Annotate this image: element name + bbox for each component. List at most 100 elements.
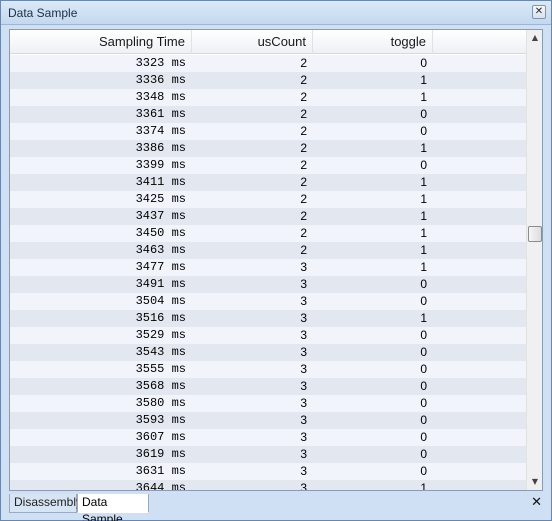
sampling-time-cell: 3348 ms [135,90,186,104]
table-header: Sampling Time usCount toggle [10,30,526,54]
toggle-cell: 0 [420,124,427,138]
scroll-down-icon[interactable]: ▼ [527,474,543,490]
uscount-cell: 2 [300,124,307,138]
table-row[interactable]: 3555 ms 3 0 [10,361,526,378]
toggle-cell: 0 [420,464,427,478]
sampling-time-cell: 3437 ms [135,209,186,223]
sampling-time-cell: 3491 ms [135,277,186,291]
table-row[interactable]: 3580 ms 3 0 [10,395,526,412]
sampling-time-cell: 3386 ms [135,141,186,155]
table-row[interactable]: 3336 ms 2 1 [10,72,526,89]
uscount-cell: 3 [300,277,307,291]
toggle-cell: 1 [420,260,427,274]
table-row[interactable]: 3411 ms 2 1 [10,174,526,191]
toggle-cell: 0 [420,158,427,172]
uscount-cell: 3 [300,447,307,461]
toggle-cell: 1 [420,226,427,240]
uscount-cell: 3 [300,464,307,478]
sampling-time-cell: 3607 ms [135,430,186,444]
table-row[interactable]: 3593 ms 3 0 [10,412,526,429]
table-row[interactable]: 3348 ms 2 1 [10,89,526,106]
data-table: Sampling Time usCount toggle 3323 ms 2 0 33… [10,30,526,490]
toggle-cell: 0 [420,345,427,359]
table-row[interactable]: 3374 ms 2 0 [10,123,526,140]
toggle-cell: 0 [420,430,427,444]
toggle-cell: 0 [420,447,427,461]
window-close-icon[interactable]: ✕ [532,5,546,19]
table-row[interactable]: 3386 ms 2 1 [10,140,526,157]
toggle-cell: 1 [420,311,427,325]
tab-close-icon[interactable]: ✕ [531,495,542,510]
table-row[interactable]: 3425 ms 2 1 [10,191,526,208]
sampling-time-cell: 3425 ms [135,192,186,206]
toggle-cell: 1 [420,90,427,104]
uscount-cell: 3 [300,328,307,342]
tab-data-sample[interactable]: Data Sample [77,494,149,521]
scroll-up-icon[interactable]: ▲ [527,30,543,46]
table-row[interactable]: 3450 ms 2 1 [10,225,526,242]
table-row[interactable]: 3631 ms 3 0 [10,463,526,480]
column-header-sampling-time[interactable]: Sampling Time [10,30,192,54]
table-row[interactable]: 3529 ms 3 0 [10,327,526,344]
toggle-cell: 1 [420,243,427,257]
uscount-cell: 3 [300,311,307,325]
window-titlebar[interactable]: Data Sample ✕ [1,1,551,25]
uscount-cell: 3 [300,430,307,444]
table-row[interactable]: 3516 ms 3 1 [10,310,526,327]
table-row[interactable]: 3644 ms 3 1 [10,480,526,490]
toggle-cell: 1 [420,209,427,223]
sampling-time-cell: 3411 ms [135,175,186,189]
vertical-scrollbar[interactable]: ▲ ▼ [526,30,542,490]
toggle-cell: 0 [420,277,427,291]
uscount-cell: 3 [300,413,307,427]
table-row[interactable]: 3477 ms 3 1 [10,259,526,276]
table-row[interactable]: 3399 ms 2 0 [10,157,526,174]
toggle-cell: 1 [420,175,427,189]
window-title: Data Sample [8,6,78,20]
uscount-cell: 3 [300,294,307,308]
toggle-cell: 0 [420,107,427,121]
uscount-cell: 3 [300,379,307,393]
sampling-time-cell: 3555 ms [135,362,186,376]
table-row[interactable]: 3568 ms 3 0 [10,378,526,395]
table-row[interactable]: 3504 ms 3 0 [10,293,526,310]
toggle-cell: 0 [420,413,427,427]
uscount-cell: 2 [300,209,307,223]
uscount-cell: 2 [300,192,307,206]
tab-disassembly[interactable]: Disassembly [9,494,82,513]
uscount-cell: 2 [300,90,307,104]
uscount-cell: 2 [300,226,307,240]
toggle-cell: 0 [420,56,427,70]
uscount-cell: 3 [300,345,307,359]
table-row[interactable]: 3437 ms 2 1 [10,208,526,225]
uscount-cell: 2 [300,107,307,121]
scroll-thumb[interactable] [528,226,542,242]
toggle-cell: 1 [420,192,427,206]
tab-bar: Disassembly Data Sample ✕ [1,493,551,521]
table-row[interactable]: 3491 ms 3 0 [10,276,526,293]
data-sample-panel: Sampling Time usCount toggle 3323 ms 2 0 33… [9,29,543,491]
sampling-time-cell: 3504 ms [135,294,186,308]
sampling-time-cell: 3631 ms [135,464,186,478]
uscount-cell: 2 [300,73,307,87]
sampling-time-cell: 3361 ms [135,107,186,121]
toggle-cell: 1 [420,141,427,155]
uscount-cell: 3 [300,362,307,376]
table-row[interactable]: 3323 ms 2 0 [10,55,526,72]
table-row[interactable]: 3543 ms 3 0 [10,344,526,361]
toggle-cell: 0 [420,294,427,308]
uscount-cell: 2 [300,158,307,172]
table-row[interactable]: 3463 ms 2 1 [10,242,526,259]
column-header-toggle[interactable]: toggle [313,30,433,54]
sampling-time-cell: 3568 ms [135,379,186,393]
uscount-cell: 3 [300,260,307,274]
toggle-cell: 1 [420,481,427,490]
sampling-time-cell: 3516 ms [135,311,186,325]
uscount-cell: 2 [300,141,307,155]
table-row[interactable]: 3361 ms 2 0 [10,106,526,123]
table-row[interactable]: 3619 ms 3 0 [10,446,526,463]
table-row[interactable]: 3607 ms 3 0 [10,429,526,446]
table-body: 3323 ms 2 0 3336 ms 2 1 3348 ms 2 1 3361 ms 2 0 3374… [10,55,526,490]
column-header-uscount[interactable]: usCount [192,30,313,54]
sampling-time-cell: 3450 ms [135,226,186,240]
